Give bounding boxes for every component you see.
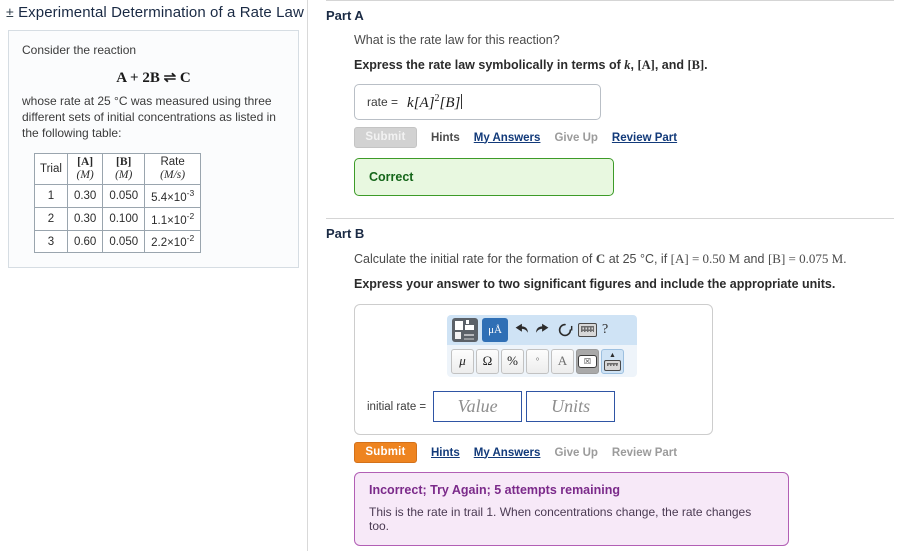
part-a-answer-label: rate = [367, 95, 399, 109]
table-row: 2 0.30 0.100 1.1×10-2 [34, 206, 202, 231]
cell-conc-b: 0.050 [102, 184, 146, 208]
cell-conc-b: 0.100 [102, 206, 146, 231]
cell-conc-a: 0.30 [66, 206, 104, 231]
reaction-equation-text: A + 2B ⇌ C [116, 70, 191, 86]
reset-icon[interactable] [556, 320, 574, 340]
table-row: 1 0.30 0.050 5.4×10-3 [34, 184, 202, 208]
initial-rate-units-input[interactable]: Units [526, 391, 616, 422]
part-b-feedback-title: Incorrect; Try Again; 5 attempts remaini… [369, 483, 620, 497]
part-b-answer-label: initial rate = [367, 400, 427, 413]
problem-intro-box: Consider the reaction A + 2B ⇌ C whose r… [8, 30, 299, 269]
part-b-question: Calculate the initial rate for the forma… [354, 251, 847, 266]
problem-description: whose rate at 25 °C was measured using t… [22, 94, 276, 140]
part-b-give-up-link[interactable]: Give Up [554, 447, 597, 459]
part-a-divider [326, 0, 894, 1]
part-b-actions: Submit Hints My Answers Give Up Review P… [354, 442, 890, 463]
percent-symbol-button[interactable]: % [501, 348, 524, 374]
initial-rate-value-input[interactable]: Value [433, 391, 523, 422]
page-title: ± Experimental Determination of a Rate L… [0, 0, 307, 21]
part-b-review-part-link[interactable]: Review Part [612, 447, 677, 459]
part-a-question: What is the rate law for this reaction? [354, 33, 560, 47]
backspace-button[interactable]: ☒ [576, 348, 599, 374]
value-placeholder: Value [457, 396, 498, 416]
parts-panel: Part A What is the rate law for this rea… [309, 0, 900, 551]
undo-icon[interactable] [512, 320, 530, 340]
cell-rate: 5.4×10-3 [144, 184, 202, 208]
omega-symbol-button[interactable]: Ω [476, 348, 499, 374]
degree-symbol-button[interactable]: ° [526, 348, 549, 374]
problem-page: ± Experimental Determination of a Rate L… [0, 0, 900, 551]
cell-conc-a: 0.30 [66, 184, 104, 208]
cell-conc-b: 0.050 [102, 229, 146, 254]
toggle-keyboard-button[interactable]: ▲ [601, 348, 624, 374]
table-header-row: Trial [A] (M) [B] (M) Rate (M/s) [34, 153, 202, 185]
part-a-feedback-status: Correct [369, 170, 414, 184]
cell-rate: 2.2×10-2 [144, 229, 202, 254]
part-b-heading: Part B [326, 226, 365, 241]
part-a-answer-expression: k[A]2[B] [407, 92, 463, 111]
concentration-rate-table: Trial [A] (M) [B] (M) Rate (M/s) 1 0.30 … [34, 153, 202, 254]
table-header-conc-b: [B] (M) [102, 153, 146, 185]
part-a-hints-link[interactable]: Hints [431, 132, 460, 144]
help-icon[interactable]: ? [602, 322, 608, 338]
cell-conc-a: 0.60 [66, 229, 104, 254]
part-b-feedback-incorrect: Incorrect; Try Again; 5 attempts remaini… [354, 472, 789, 546]
part-a-submit-button[interactable]: Submit [354, 127, 417, 148]
cell-trial: 2 [34, 206, 68, 231]
part-b-answer-widget: μÅ ? μ Ω % ° A ☒ ▲ initial rate = Value … [354, 304, 713, 435]
part-a-answer-input[interactable]: rate = k[A]2[B] [354, 84, 601, 120]
micro-angstrom-units-icon[interactable]: μÅ [482, 318, 508, 342]
redo-icon[interactable] [534, 320, 552, 340]
expand-collapse-toggle-icon[interactable]: ± [6, 4, 14, 20]
intro-lead-text: Consider the reaction [22, 43, 137, 57]
table-header-trial: Trial [34, 153, 68, 185]
part-b-answer-row: initial rate = Value Units [367, 391, 700, 422]
part-b-feedback-body: This is the rate in trail 1. When concen… [369, 505, 752, 533]
part-a-heading: Part A [326, 8, 364, 23]
math-toolbar-row-symbols: μ Ω % ° A ☒ ▲ [447, 345, 637, 377]
part-b-submit-button[interactable]: Submit [354, 442, 417, 463]
table-header-rate: Rate (M/s) [144, 153, 202, 185]
text-caret [461, 93, 463, 109]
part-b-body: Calculate the initial rate for the forma… [354, 250, 900, 546]
reaction-equation: A + 2B ⇌ C [22, 68, 285, 87]
part-b-hints-link[interactable]: Hints [431, 447, 460, 459]
part-a-body: What is the rate law for this reaction? … [354, 32, 900, 196]
cell-rate: 1.1×10-2 [144, 206, 202, 231]
part-b-divider [326, 218, 894, 219]
problem-title-text: Experimental Determination of a Rate Law [18, 4, 304, 21]
part-b-instruction: Express your answer to two significant f… [354, 277, 836, 291]
cell-trial: 3 [34, 229, 68, 254]
part-b-my-answers-link[interactable]: My Answers [474, 447, 541, 459]
part-a-feedback-correct: Correct [354, 158, 614, 196]
template-icon[interactable] [452, 318, 478, 342]
mu-symbol-button[interactable]: μ [451, 348, 474, 374]
part-a-my-answers-link[interactable]: My Answers [474, 132, 541, 144]
math-toolbar-row-primary: μÅ ? [447, 315, 637, 345]
part-a-give-up-link[interactable]: Give Up [554, 132, 597, 144]
table-row: 3 0.60 0.050 2.2×10-2 [34, 229, 202, 254]
part-a-review-part-link[interactable]: Review Part [612, 132, 677, 144]
keyboard-icon[interactable] [578, 323, 597, 337]
problem-statement-panel: ± Experimental Determination of a Rate L… [0, 0, 308, 551]
angstrom-symbol-button[interactable]: A [551, 348, 574, 374]
cell-trial: 1 [34, 184, 68, 208]
units-placeholder: Units [551, 396, 591, 416]
part-a-instruction: Express the rate law symbolically in ter… [354, 58, 708, 72]
math-toolbar: μÅ ? μ Ω % ° A ☒ ▲ [447, 315, 637, 377]
table-header-conc-a: [A] (M) [66, 153, 104, 185]
part-a-actions: Submit Hints My Answers Give Up Review P… [354, 127, 890, 148]
